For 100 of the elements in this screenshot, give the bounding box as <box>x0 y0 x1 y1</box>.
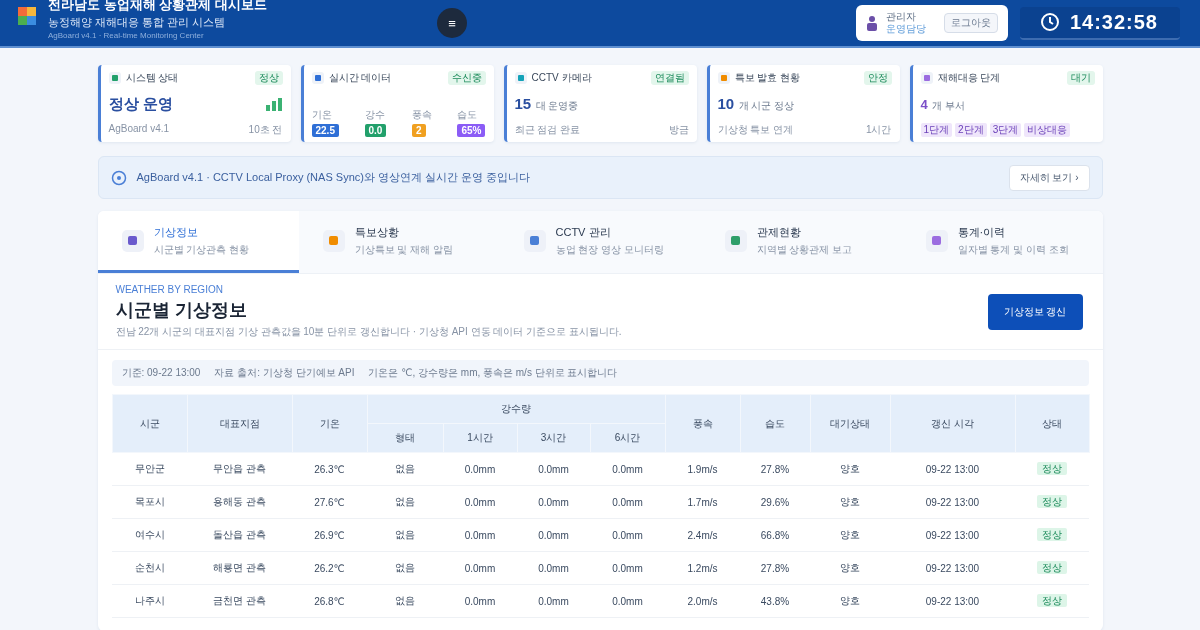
card-timestamp: 1시간 <box>865 123 892 137</box>
filter-note: 기준: 09-22 13:00 <box>121 366 201 380</box>
table-cell: 2.4m/s <box>665 518 740 552</box>
table-cell: 27.8% <box>740 452 810 486</box>
table-cell: 0.0mm <box>443 551 517 585</box>
count-value: 15 <box>514 95 532 112</box>
status-badge: 정상 <box>1037 495 1067 508</box>
table-cell: 26.3℃ <box>292 452 367 486</box>
stage-tag: 2단계 <box>955 123 987 137</box>
status-value: 정상 운영 <box>108 94 173 114</box>
tab-icon <box>121 229 144 252</box>
table-cell: 없음 <box>367 584 443 618</box>
card-footnote: 최근 점검 완료 <box>514 123 581 137</box>
card-title: 시스템 상태 <box>125 71 180 85</box>
section-eyebrow: WEATHER BY REGION <box>115 284 224 295</box>
table-cell: 금천면 관측 <box>187 584 292 618</box>
table-cell: 0.0mm <box>517 518 590 552</box>
status-badge: 정상 <box>1037 594 1067 607</box>
column-header: 풍속 <box>665 394 740 453</box>
table-cell: 양호 <box>810 452 890 486</box>
section-title: 시군별 기상정보 <box>115 299 248 322</box>
table-cell: 없음 <box>367 551 443 585</box>
table-cell: 09-22 13:00 <box>890 584 1015 618</box>
table-cell: 순천시 <box>112 551 187 585</box>
table-cell: 1.7m/s <box>665 485 740 519</box>
table-cell: 0.0mm <box>590 452 665 486</box>
count-value: 4 <box>920 97 928 112</box>
table-cell: 무안읍 관측 <box>187 452 292 486</box>
count-unit: 대 운영중 <box>535 100 579 111</box>
table-cell: 0.0mm <box>590 551 665 585</box>
card-icon <box>920 72 933 84</box>
table-cell: 43.8% <box>740 584 810 618</box>
tab[interactable]: 특보상황 기상특보 및 재해 알림 <box>298 211 500 273</box>
notice-text: AgBoard v4.1 · CCTV Local Proxy (NAS Sync)와 영상연계 실시간 운영 중입니다 <box>136 170 532 185</box>
metric-label: 풍속 <box>411 108 432 122</box>
card-title: 재해대응 단계 <box>937 71 1002 85</box>
menu-button[interactable]: ≡ <box>436 8 467 38</box>
count-unit: 개 시군 정상 <box>738 100 795 111</box>
logo-icon <box>18 7 36 25</box>
user-name: 관리자 <box>885 11 917 23</box>
refresh-button[interactable]: 기상정보 갱신 <box>987 293 1083 330</box>
table-cell: 0.0mm <box>443 452 517 486</box>
table-cell: 없음 <box>367 452 443 486</box>
table-cell: 0.0mm <box>590 485 665 519</box>
section-description: 전남 22개 시군의 대표지점 기상 관측값을 10분 단위로 갱신합니다 · 기상청 API 연동 데이터 기준으로 표시됩니다. <box>115 325 623 339</box>
card-title: 실시간 데이터 <box>328 71 393 85</box>
tab[interactable]: 기상정보 시군별 기상관측 현황 <box>97 211 299 273</box>
status-badge: 정상 <box>1037 462 1067 475</box>
table-cell: 1.2m/s <box>665 551 740 585</box>
table-cell: 0.0mm <box>517 452 590 486</box>
table-cell: 0.0mm <box>590 584 665 618</box>
card-icon <box>717 72 730 84</box>
card-footnote: 기상청 특보 연계 <box>717 123 794 137</box>
column-group-header: 강수량 <box>367 394 665 424</box>
column-header: 3시간 <box>517 423 590 453</box>
app-caption: AgBoard v4.1 · Real-time Monitoring Center <box>48 31 205 40</box>
tab[interactable]: 관제현황 지역별 상황관제 보고 <box>700 211 902 273</box>
table-cell: 없음 <box>367 518 443 552</box>
clock-time: 14:32:58 <box>1069 10 1158 34</box>
metric-value: 65% <box>457 124 486 137</box>
table-cell: 나주시 <box>112 584 187 618</box>
card-timestamp: 10초 전 <box>248 123 283 137</box>
table-cell: 0.0mm <box>443 518 517 552</box>
status-badge: 수신중 <box>447 71 486 85</box>
table-cell: 용해동 관측 <box>187 485 292 519</box>
table-cell: 무안군 <box>112 452 187 486</box>
column-header: 기온 <box>292 394 367 453</box>
tab-icon <box>322 229 345 252</box>
stage-tag: 3단계 <box>989 123 1022 137</box>
logout-button[interactable]: 로그아웃 <box>943 13 998 33</box>
status-badge: 정상 <box>1037 561 1067 574</box>
table-cell: 09-22 13:00 <box>890 452 1015 486</box>
metric-value: 22.5 <box>311 124 339 137</box>
table-cell: 27.8% <box>740 551 810 585</box>
column-header: 습도 <box>740 394 810 453</box>
status-badge: 정상 <box>1037 528 1067 541</box>
table-cell: 0.0mm <box>517 485 590 519</box>
tab[interactable]: 통계·이력 일자별 통계 및 이력 조회 <box>901 211 1103 273</box>
table-cell: 26.8℃ <box>292 584 367 618</box>
table-cell: 양호 <box>810 584 890 618</box>
filter-note: 자료 출처: 기상청 단기예보 API <box>214 366 355 380</box>
card-icon <box>514 72 527 84</box>
table-cell: 29.6% <box>740 485 810 519</box>
clock-icon <box>1039 12 1060 32</box>
table-cell: 양호 <box>810 551 890 585</box>
column-header: 갱신 시각 <box>890 394 1015 453</box>
details-button[interactable]: 자세히 보기 › <box>1008 164 1090 191</box>
table-cell: 0.0mm <box>517 584 590 618</box>
count-value: 10 <box>717 95 735 112</box>
metric-value: 2 <box>411 124 426 137</box>
filter-note: 기온은 ℃, 강수량은 mm, 풍속은 m/s 단위로 표시합니다 <box>368 366 618 380</box>
table-cell: 0.0mm <box>443 584 517 618</box>
tab-icon <box>724 229 747 252</box>
user-icon <box>865 15 878 31</box>
table-cell: 26.2℃ <box>292 551 367 585</box>
tab[interactable]: CCTV 관리 농업 현장 영상 모니터링 <box>499 211 701 273</box>
column-header: 대표지점 <box>187 394 292 453</box>
table-cell: 0.0mm <box>517 551 590 585</box>
metric-label: 기온 <box>311 108 332 122</box>
status-badge: 연결됨 <box>650 71 689 85</box>
